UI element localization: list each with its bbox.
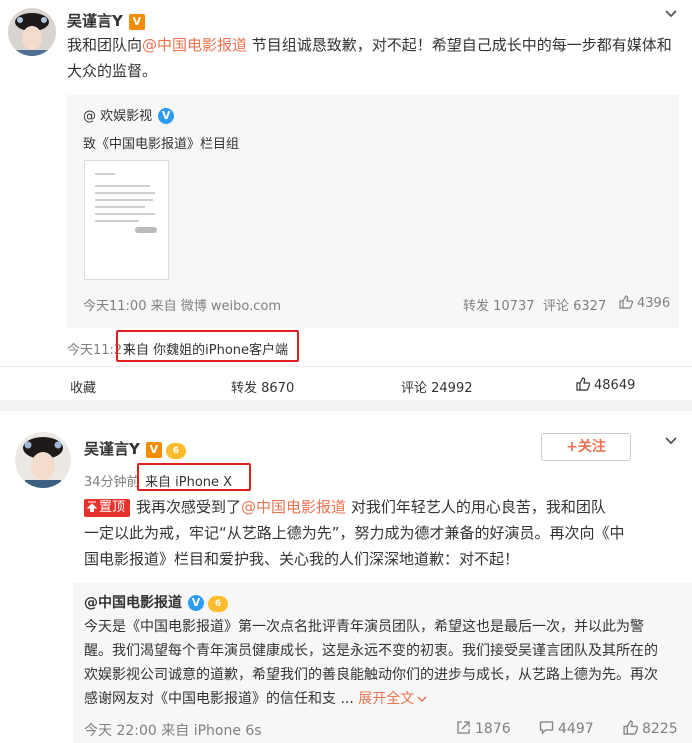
vip-icon: 6 xyxy=(165,443,186,459)
chevron-down-icon[interactable] xyxy=(664,434,678,448)
repost-text: 今天是《中国电影报道》第一次点名批评青年演员团队，希望这也是最后一次，并以此为警… xyxy=(84,619,658,707)
thumbs-up-icon xyxy=(576,377,590,391)
comment-button[interactable]: 评论 24992 xyxy=(401,377,473,396)
post-time: 34分钟前 xyxy=(84,475,140,490)
action-bar-divider xyxy=(0,366,692,367)
post-text: 置顶 我再次感受到了@中国电影报道 对我们年轻艺人的用心良苦，我和团队 xyxy=(84,494,684,520)
repost-like[interactable]: 8225 xyxy=(623,720,678,737)
comment-icon xyxy=(539,721,554,735)
mention-link[interactable]: @中国电影报道 xyxy=(142,36,247,54)
like-button[interactable]: 48649 xyxy=(576,377,635,393)
chevron-down-icon[interactable] xyxy=(664,7,678,21)
thumbs-up-icon xyxy=(623,720,638,735)
repost-author[interactable]: @ 欢娱影视 V xyxy=(83,105,175,124)
repost-author[interactable]: @中国电影报道 V 6 xyxy=(84,592,228,612)
repost-comment[interactable]: 4497 xyxy=(539,720,594,737)
repost-forward[interactable]: 1876 xyxy=(456,720,511,737)
highlight-box xyxy=(116,330,299,362)
weibo-feed: 吴谨言Y V 我和团队向@中国电影报道 节目组诚恳致歉，对不起！希望自己成长中的每… xyxy=(0,0,692,743)
repost-time-source: 今天 22:00 来自 iPhone 6s xyxy=(84,723,262,739)
share-icon xyxy=(457,721,470,734)
verified-blue-icon: V xyxy=(188,595,204,611)
avatar[interactable] xyxy=(8,8,56,56)
follow-button[interactable]: +关注 xyxy=(541,433,631,461)
mention-link[interactable]: @中国电影报道 xyxy=(241,498,346,516)
repost-like[interactable]: 4396 xyxy=(619,295,670,311)
forward-button[interactable]: 转发 8670 xyxy=(231,377,294,396)
weibo-post-1: 吴谨言Y V 我和团队向@中国电影报道 节目组诚恳致歉，对不起！希望自己成长中的每… xyxy=(0,0,692,400)
chevron-down-icon xyxy=(417,696,427,703)
expand-link[interactable]: 展开全文 xyxy=(358,691,427,707)
pin-arrow-icon xyxy=(86,501,98,512)
author-name[interactable]: 吴谨言Y V 6 xyxy=(84,438,186,459)
post-text-line: 一定以此为戒，牢记“从艺路上德为先”，努力成为德才兼备的好演员。再次向《中 xyxy=(84,524,625,542)
verified-badge: V xyxy=(145,442,162,458)
avatar[interactable] xyxy=(15,432,71,488)
highlight-box xyxy=(137,463,251,491)
repost-time-source: 今天11:00 来自 微博 weibo.com xyxy=(83,299,281,314)
repost-forward[interactable]: 转发 10737 xyxy=(463,295,535,314)
repost-comment[interactable]: 评论 6327 xyxy=(543,295,606,314)
vip-icon: 6 xyxy=(208,596,228,612)
thumbs-up-icon xyxy=(619,295,633,309)
post-text: 我和团队向@中国电影报道 节目组诚恳致歉，对不起！希望自己成长中的每一步都有媒体… xyxy=(67,36,672,80)
feed-separator xyxy=(0,400,692,411)
verified-blue-icon: V xyxy=(158,108,175,124)
author-name[interactable]: 吴谨言Y V xyxy=(67,10,145,31)
repost-box[interactable]: @中国电影报道 V 6 今天是《中国电影报道》第一次点名批评青年演员团队，希望这也是… xyxy=(73,583,692,743)
repost-text: 致《中国电影报道》栏目组 xyxy=(83,137,240,152)
document-image[interactable] xyxy=(84,160,169,280)
verified-badge: V xyxy=(128,14,145,30)
collect-button[interactable]: 收藏 xyxy=(70,377,96,396)
pinned-badge: 置顶 xyxy=(84,499,131,517)
post-text-line: 国电影报道》栏目和爱护我、关心我的人们深深地道歉：对不起！ xyxy=(84,550,520,568)
